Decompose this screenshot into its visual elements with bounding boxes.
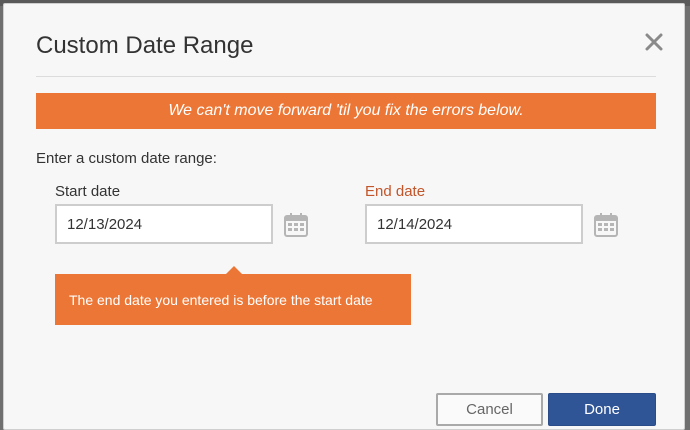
validation-tooltip-text: The end date you entered is before the s… bbox=[69, 291, 373, 308]
tooltip-arrow bbox=[226, 266, 242, 274]
end-date-label: End date bbox=[365, 183, 426, 200]
date-range-prompt: Enter a custom date range: bbox=[36, 150, 217, 167]
title-divider bbox=[36, 76, 656, 77]
start-date-label: Start date bbox=[55, 183, 121, 200]
error-banner-text: We can't move forward 'til you fix the e… bbox=[168, 102, 524, 119]
dialog-title: Custom Date Range bbox=[36, 32, 254, 59]
start-date-input[interactable] bbox=[55, 204, 273, 244]
error-banner: We can't move forward 'til you fix the e… bbox=[36, 93, 656, 129]
close-icon[interactable] bbox=[640, 28, 668, 56]
calendar-icon[interactable] bbox=[283, 212, 309, 238]
done-button[interactable]: Done bbox=[548, 393, 656, 426]
cancel-button[interactable]: Cancel bbox=[436, 393, 543, 426]
validation-tooltip: The end date you entered is before the s… bbox=[55, 274, 411, 325]
end-date-input[interactable] bbox=[365, 204, 583, 244]
calendar-icon[interactable] bbox=[593, 212, 619, 238]
custom-date-range-dialog: Custom Date Range We can't move forward … bbox=[3, 3, 685, 430]
